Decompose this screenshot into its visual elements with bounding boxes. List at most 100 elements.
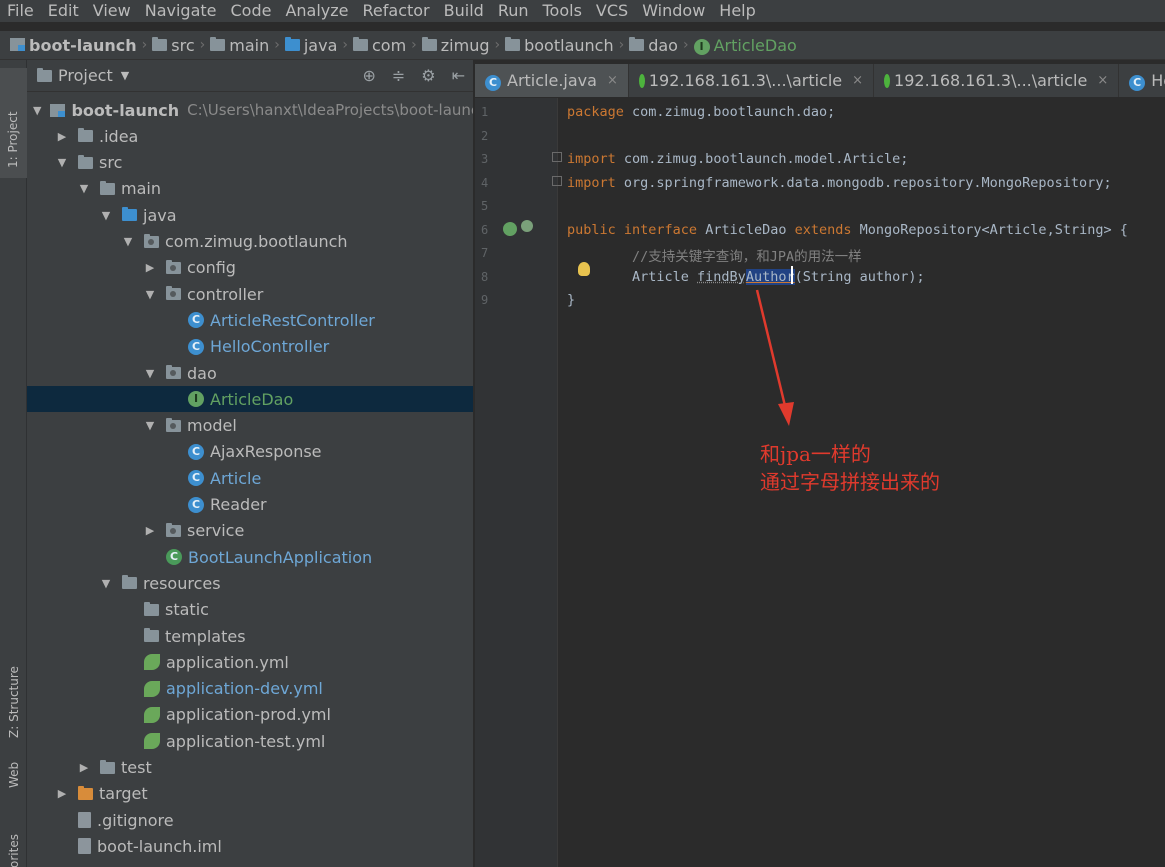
chevron-right-icon[interactable]: ▶ [77, 761, 91, 774]
tool-tab-structure-label: Z: Structure [7, 666, 21, 738]
tree-node-templates[interactable]: templates [27, 623, 473, 649]
collapse-all-icon[interactable]: ≑ [392, 66, 405, 85]
chevron-down-icon[interactable]: ▼ [99, 577, 113, 590]
tree-node--gitignore[interactable]: .gitignore [27, 807, 473, 833]
tree-node-articlerestcontroller[interactable]: C ArticleRestController [27, 307, 473, 333]
menu-navigate[interactable]: Navigate [138, 0, 224, 22]
chevron-down-icon[interactable]: ▼ [55, 156, 69, 169]
chevron-down-icon[interactable]: ▼ [77, 182, 91, 195]
tree-node-label: model [187, 416, 237, 436]
close-icon[interactable]: × [607, 73, 618, 88]
tree-node-application-dev-yml[interactable]: application-dev.yml [27, 676, 473, 702]
chevron-right-icon[interactable]: ▶ [55, 787, 69, 800]
chevron-down-icon[interactable]: ▼ [143, 367, 157, 380]
tree-node-java[interactable]: ▼ java [27, 202, 473, 228]
bean-icon[interactable] [521, 220, 533, 232]
tree-node-service[interactable]: ▶ service [27, 518, 473, 544]
breadcrumb-item[interactable]: src [152, 36, 195, 55]
chevron-right-icon[interactable]: ▶ [143, 261, 157, 274]
class-icon: C [485, 71, 501, 91]
tree-node-test[interactable]: ▶ test [27, 755, 473, 781]
close-icon[interactable]: × [1097, 73, 1108, 88]
tree-node-static[interactable]: static [27, 597, 473, 623]
menu-vcs[interactable]: VCS [589, 0, 635, 22]
tree-node--idea[interactable]: ▶ .idea [27, 123, 473, 149]
editor-tab[interactable]: C Article.java × [475, 64, 629, 97]
tool-tab-web[interactable]: Web [0, 750, 27, 800]
code-line-7: //支持关键字查询，和JPA的用法一样 [567, 249, 862, 265]
chevron-right-icon[interactable]: ▶ [143, 524, 157, 537]
tree-node-articledao[interactable]: I ArticleDao [27, 386, 473, 413]
menu-window[interactable]: Window [635, 0, 712, 22]
close-icon[interactable]: × [852, 73, 863, 88]
fold-marker-icon[interactable] [552, 152, 562, 162]
tree-node-ajaxresponse[interactable]: C AjaxResponse [27, 439, 473, 465]
menu-run[interactable]: Run [491, 0, 536, 22]
breadcrumb-item[interactable]: zimug [421, 36, 490, 55]
tool-tab-favorites[interactable]: orites [0, 830, 27, 867]
tree-node-config[interactable]: ▶ config [27, 255, 473, 281]
tree-node-controller[interactable]: ▼ controller [27, 281, 473, 307]
lightbulb-icon[interactable] [578, 262, 590, 276]
breadcrumb-item[interactable]: boot-launch [10, 36, 137, 55]
tree-node-boot-launch-iml[interactable]: boot-launch.iml [27, 833, 473, 859]
implemented-icon[interactable] [503, 222, 517, 236]
menu-edit[interactable]: Edit [41, 0, 86, 22]
breadcrumb-item[interactable]: main [210, 36, 269, 55]
chevron-down-icon[interactable]: ▼ [143, 419, 157, 432]
menu-tools[interactable]: Tools [536, 0, 589, 22]
spring-config-icon [144, 654, 160, 671]
chevron-down-icon[interactable]: ▼ [99, 209, 113, 222]
menu-refactor[interactable]: Refactor [356, 0, 437, 22]
tree-node-model[interactable]: ▼ model [27, 413, 473, 439]
breadcrumb-item[interactable]: bootlaunch [505, 36, 614, 55]
hide-panel-icon[interactable]: ⇤ [452, 66, 465, 85]
breadcrumb-item[interactable]: com [352, 36, 406, 55]
menu-analyze[interactable]: Analyze [278, 0, 355, 22]
tool-tab-structure[interactable]: Z: Structure [0, 630, 27, 740]
editor-tab[interactable]: C HelloCo [1119, 64, 1165, 97]
tree-node-article[interactable]: C Article [27, 465, 473, 491]
tree-node-main[interactable]: ▼ main [27, 176, 473, 202]
tree-node-label: application-prod.yml [166, 705, 331, 725]
tree-node-reader[interactable]: C Reader [27, 492, 473, 518]
editor-tab[interactable]: 192.168.161.3\...\article × [629, 64, 875, 97]
tree-node-src[interactable]: ▼ src [27, 150, 473, 176]
menu-file[interactable]: File [0, 0, 41, 22]
tree-node-target[interactable]: ▶ target [27, 781, 473, 807]
tool-tab-project[interactable]: 1: Project [0, 68, 27, 178]
l4-rest: org.springframework.data.mongodb.reposit… [615, 175, 1112, 191]
chevron-down-icon[interactable]: ▼ [121, 69, 129, 82]
menu-view[interactable]: View [86, 0, 138, 22]
tree-node-hellocontroller[interactable]: C HelloController [27, 334, 473, 360]
project-folder-icon [37, 67, 52, 82]
tree-node-bootlaunchapplication[interactable]: C BootLaunchApplication [27, 544, 473, 570]
l1-rest: com.zimug.bootlaunch.dao; [623, 104, 836, 120]
fold-marker-icon[interactable] [552, 176, 562, 186]
tree-node-com-zimug-bootlaunch[interactable]: ▼ com.zimug.bootlaunch [27, 229, 473, 255]
menu-build[interactable]: Build [437, 0, 491, 22]
tree-node-dao[interactable]: ▼ dao [27, 360, 473, 386]
tree-node-resources[interactable]: ▼ resources [27, 570, 473, 596]
editor-tab[interactable]: 192.168.161.3\...\article × [874, 64, 1120, 97]
tree-node-application-prod-yml[interactable]: application-prod.yml [27, 702, 473, 728]
breadcrumb-item[interactable]: I ArticleDao [693, 35, 797, 55]
tree-node-boot-launch[interactable]: ▼ boot-launch C:\Users\hanxt\IdeaProjects\… [27, 97, 473, 123]
tree-node-label: config [187, 258, 236, 278]
chevron-down-icon[interactable]: ▼ [33, 104, 41, 117]
menu-help[interactable]: Help [712, 0, 762, 22]
editor-gutter: 1 2 3 4 5 6 7 8 9 [475, 98, 558, 867]
chevron-down-icon[interactable]: ▼ [121, 235, 135, 248]
code-line-8: Article findByAuthor(String author); [567, 269, 925, 285]
breadcrumb-item[interactable]: java [284, 36, 337, 55]
chevron-right-icon[interactable]: ▶ [55, 130, 69, 143]
menu-code[interactable]: Code [224, 0, 279, 22]
project-panel-title[interactable]: Project [58, 66, 113, 85]
locate-icon[interactable]: ⊕ [362, 66, 375, 85]
tree-node-application-yml[interactable]: application.yml [27, 649, 473, 675]
breadcrumb-item[interactable]: dao [629, 36, 678, 55]
tool-tab-favorites-label: orites [7, 834, 21, 867]
tree-node-application-test-yml[interactable]: application-test.yml [27, 728, 473, 754]
gear-icon[interactable]: ⚙ [421, 66, 435, 85]
chevron-down-icon[interactable]: ▼ [143, 288, 157, 301]
